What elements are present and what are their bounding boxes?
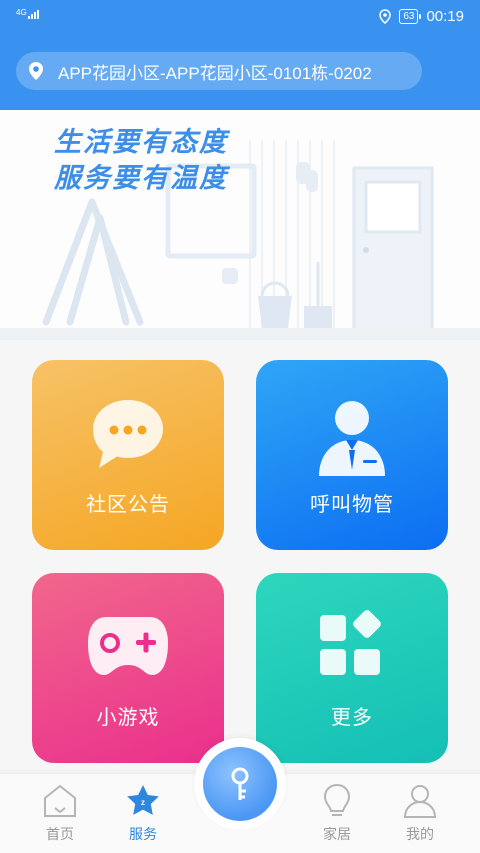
tab-service[interactable]: z 服务 [103, 774, 183, 853]
center-key-inner [203, 747, 277, 821]
star-service-icon: z [127, 785, 159, 815]
battery-icon: 63 [399, 9, 422, 24]
tab-home[interactable]: 首页 [20, 774, 100, 853]
banner-slogan-1: 生活要有态度 [54, 127, 228, 157]
banner[interactable]: 生活要有态度 服务要有温度 [0, 110, 480, 340]
banner-floor [0, 328, 480, 340]
tab-home-label: 首页 [46, 826, 74, 842]
call-property-card[interactable]: 呼叫物管 [256, 360, 448, 550]
more-apps-icon [320, 610, 381, 675]
signal-icon [28, 10, 39, 19]
mini-games-card[interactable]: 小游戏 [32, 573, 224, 763]
tab-mine[interactable]: 我的 [380, 774, 460, 853]
status-bar: 4G 63 00:19 [0, 0, 480, 34]
clock: 00:19 [426, 8, 464, 25]
call-property-label: 呼叫物管 [310, 494, 394, 516]
header: APP花园小区-APP花园小区-0101栋-0202 [0, 34, 480, 110]
tab-house-label: 家居 [323, 826, 351, 842]
tab-house[interactable]: 家居 [297, 774, 377, 853]
lightbulb-icon [323, 783, 351, 816]
key-icon [231, 767, 249, 800]
center-key-button[interactable] [194, 738, 286, 830]
community-notice-label: 社区公告 [86, 494, 170, 516]
gamepad-icon [88, 617, 168, 675]
chat-bubble-icon [93, 400, 163, 468]
more-card[interactable]: 更多 [256, 573, 448, 763]
address-selector[interactable]: APP花园小区-APP花园小区-0101栋-0202 [16, 52, 422, 90]
banner-slogan-2: 服务要有温度 [54, 163, 228, 193]
service-grid: 社区公告 呼叫物管 小游戏 更多 [0, 340, 480, 770]
home-icon [44, 784, 76, 817]
more-label: 更多 [331, 707, 373, 729]
mini-games-label: 小游戏 [96, 707, 160, 729]
community-notice-card[interactable]: 社区公告 [32, 360, 224, 550]
tab-service-label: 服务 [129, 826, 157, 842]
tab-mine-label: 我的 [406, 826, 434, 842]
network-type: 4G [16, 8, 27, 17]
location-status-icon [379, 9, 392, 24]
address-text: APP花园小区-APP花园小区-0101栋-0202 [58, 63, 372, 83]
property-manager-icon [319, 401, 385, 476]
location-pin-icon [29, 62, 43, 80]
svg-text:z: z [141, 798, 145, 807]
user-icon [403, 785, 437, 818]
